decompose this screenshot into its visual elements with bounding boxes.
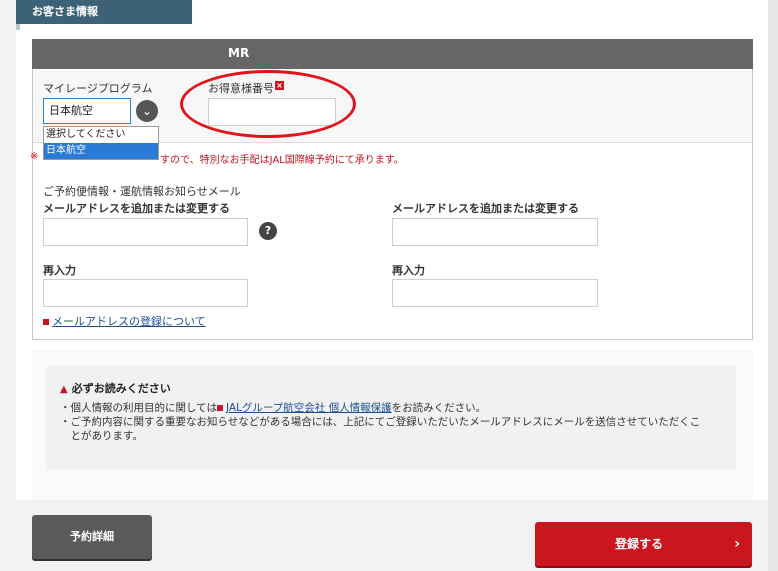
link-square-icon <box>216 405 223 411</box>
email-reenter-left[interactable] <box>43 279 248 307</box>
email-registration-link-text[interactable]: メールアドレスの登録について <box>52 315 206 328</box>
warning-icon: ▲ <box>60 384 68 395</box>
mileage-notice-prefix: ※ <box>30 151 39 162</box>
passenger-header: MR <box>32 39 753 69</box>
mileage-program-label: マイレージプログラム <box>43 82 153 95</box>
right-scroll-strip <box>768 0 778 571</box>
notice-title-text: 必ずお読みください <box>71 382 171 395</box>
notice-line-1-before: ・個人情報の利用目的に関しては <box>60 402 217 414</box>
mileage-program-select[interactable]: 日本航空 <box>43 98 131 124</box>
passenger-title: MR <box>228 46 250 60</box>
reenter-label-left: 再入力 <box>43 264 76 277</box>
section-tab-edge <box>16 24 20 30</box>
dropdown-option-selected[interactable]: 日本航空 <box>44 143 158 159</box>
email-label-right: メールアドレスを追加または変更する <box>392 202 579 215</box>
notice-title: ▲ 必ずお読みください <box>60 380 171 396</box>
notice-line-2: ・ご予約内容に関する重要なお知らせなどがある場合には、上記にてご登録いただいたメ… <box>60 416 701 428</box>
email-heading: ご予約便情報・運航情報お知らせメール <box>43 185 241 198</box>
question-icon[interactable]: ? <box>259 222 277 240</box>
email-input-right[interactable] <box>392 218 598 246</box>
email-input-left[interactable] <box>43 218 248 246</box>
mileage-notice: すので、特別なお手配はJAL国際線予約にて承ります。 <box>160 155 404 166</box>
notice-line-1: ・個人情報の利用目的に関しては JALグループ航空会社 個人情報保護をお読みくださ… <box>60 400 486 415</box>
mileage-program-dropdown[interactable]: 選択してください 日本航空 <box>43 126 159 160</box>
reenter-label-right: 再入力 <box>392 264 425 277</box>
highlight-oval <box>180 70 356 138</box>
chevron-down-icon[interactable]: ⌄ <box>136 100 158 122</box>
email-reenter-right[interactable] <box>392 279 598 307</box>
email-registration-link[interactable]: メールアドレスの登録について <box>43 313 206 329</box>
email-label-left: メールアドレスを追加または変更する <box>43 202 230 215</box>
link-square-icon <box>43 319 49 325</box>
reservation-detail-button[interactable]: 予約詳細 <box>32 515 152 559</box>
privacy-link[interactable]: JALグループ航空会社 個人情報保護 <box>226 402 392 414</box>
notice-line-1-after: をお読みください。 <box>391 402 487 414</box>
section-title: お客さま情報 <box>16 0 192 24</box>
dropdown-option[interactable]: 選択してください <box>44 127 158 143</box>
register-button[interactable]: 登録する › <box>535 522 752 566</box>
chevron-right-icon: › <box>734 536 740 552</box>
register-button-label: 登録する <box>615 537 664 551</box>
notice-line-3: とがあります。 <box>60 430 143 442</box>
